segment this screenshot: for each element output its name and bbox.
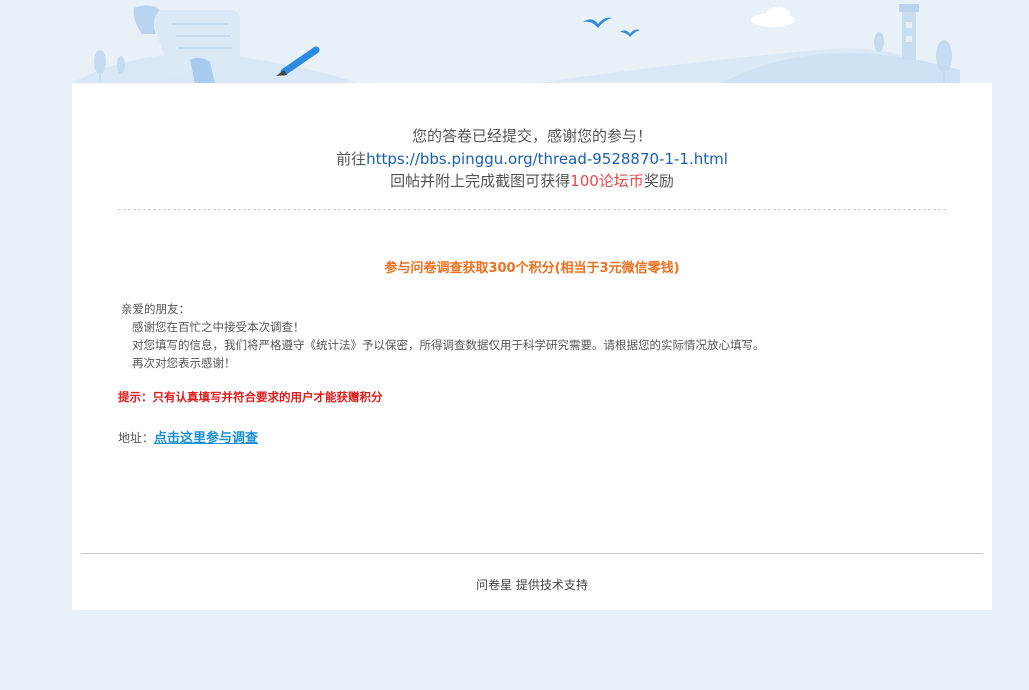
letter-paragraph: 再次对您表示感谢！ [132, 356, 236, 370]
header-illustration [0, 0, 1029, 84]
letter-paragraph: 感谢您在百忙之中接受本次调查！ [132, 320, 305, 334]
address-label: 地址： [118, 431, 155, 445]
greeting: 亲爱的朋友： [121, 302, 190, 316]
reward-suffix: 奖励 [643, 172, 674, 190]
survey-title: 参与问卷调查获取300个积分(相当于3元微信零钱) [384, 261, 680, 276]
reward-line: 回帖并附上完成截图可获得100论坛币奖励 [72, 170, 992, 193]
dashed-divider [118, 209, 946, 210]
survey-link[interactable]: 点击这里参与调查 [154, 431, 258, 446]
tip-notice: 提示：只有认真填写并符合要求的用户才能获赠积分 [118, 390, 383, 404]
reward-amount: 100论坛币 [570, 172, 644, 190]
result-card: 您的答卷已经提交，感谢您的参与！ 前往https://bbs.pinggu.or… [72, 83, 992, 610]
survey-address: 地址：点击这里参与调查 [118, 427, 258, 446]
reward-prefix: 回帖并附上完成截图可获得 [390, 172, 571, 190]
forum-line: 前往https://bbs.pinggu.org/thread-9528870-… [72, 148, 992, 171]
forum-line-prefix: 前往 [336, 149, 367, 168]
letter-paragraph: 对您填写的信息，我们将严格遵守《统计法》予以保密，所得调查数据仅用于科学研究需要… [132, 338, 765, 352]
footer-support-text: 问卷星 提供技术支持 [476, 578, 588, 592]
footer-divider [81, 553, 983, 554]
forum-thread-link[interactable]: https://bbs.pinggu.org/thread-9528870-1-… [366, 150, 728, 168]
thank-you-line: 您的答卷已经提交，感谢您的参与！ [411, 127, 652, 145]
thank-you-message: 您的答卷已经提交，感谢您的参与！ 前往https://bbs.pinggu.or… [72, 125, 992, 193]
header-scenery-icon [70, 4, 960, 84]
survey-letter: 亲爱的朋友： 感谢您在百忙之中接受本次调查！ 对您填写的信息，我们将严格遵守《统… [121, 300, 765, 372]
